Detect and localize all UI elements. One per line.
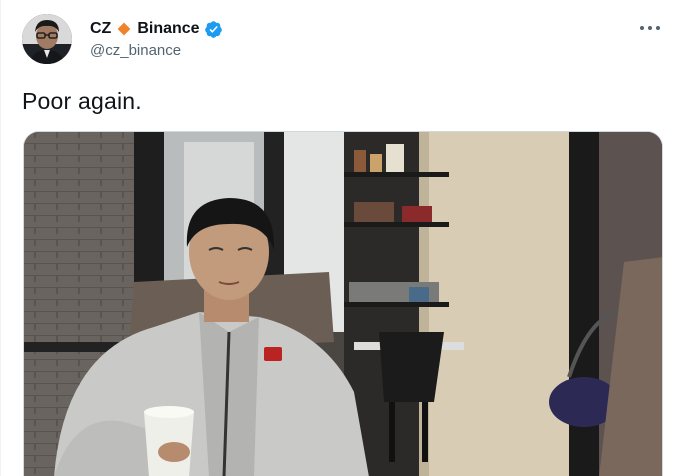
more-options-button[interactable] <box>640 20 660 36</box>
avatar[interactable] <box>22 14 72 64</box>
avatar-photo <box>22 14 72 64</box>
author-name-row[interactable]: CZ Binance <box>90 18 223 40</box>
tweet-card: CZ Binance @cz_binance Poor again. <box>0 0 682 476</box>
more-options-icon <box>640 26 644 30</box>
photo-illustration <box>24 132 662 476</box>
tweet-text: Poor again. <box>22 88 142 114</box>
author-display-name-suffix[interactable]: Binance <box>137 20 199 38</box>
more-options-icon <box>656 26 660 30</box>
verified-badge-icon <box>204 20 222 38</box>
tweet-photo[interactable] <box>23 131 663 476</box>
author-handle[interactable]: @cz_binance <box>90 42 181 59</box>
binance-diamond-icon <box>117 22 131 36</box>
author-display-name[interactable]: CZ <box>90 20 111 38</box>
more-options-icon <box>648 26 652 30</box>
